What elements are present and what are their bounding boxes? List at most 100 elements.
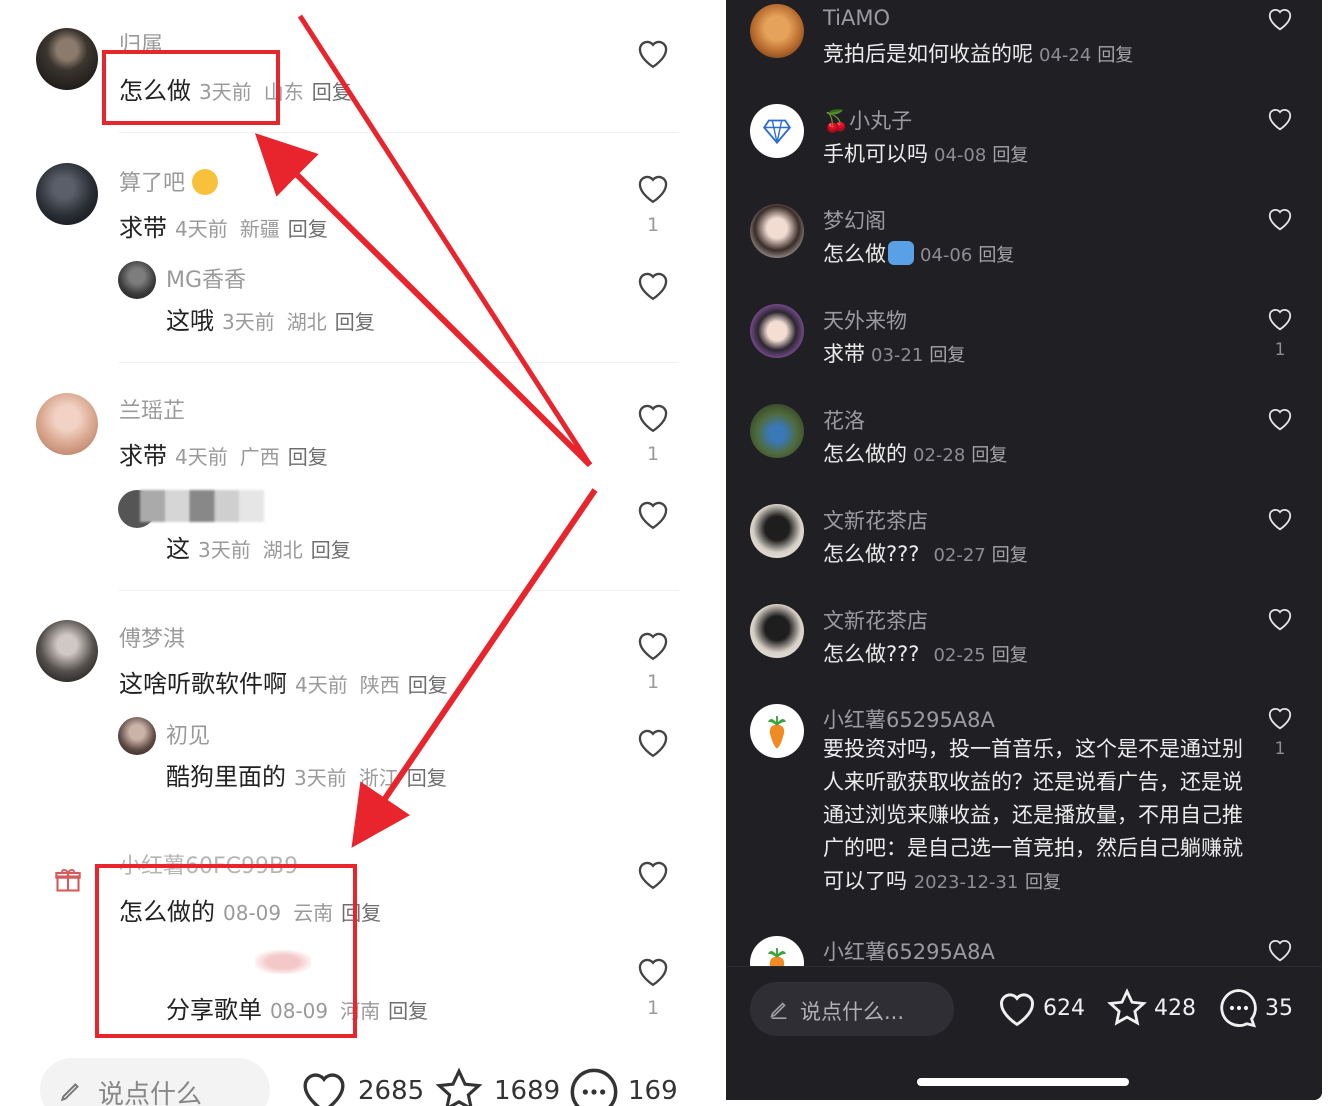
- chat-icon[interactable]: [1218, 987, 1260, 1029]
- comment-text-line: 分享歌单 08-09 河南 回复: [166, 990, 428, 1025]
- comment-author[interactable]: 文新花茶店: [823, 505, 928, 535]
- comment-location: 陕西: [359, 673, 400, 697]
- comment-author[interactable]: 傅梦淇: [119, 621, 185, 653]
- comment-author[interactable]: 小红薯60FC99B9: [119, 848, 298, 880]
- reply-button[interactable]: 回复: [335, 310, 375, 334]
- reply-button[interactable]: 回复: [288, 445, 328, 469]
- comment-text: 怎么做???: [823, 542, 920, 566]
- reply-button[interactable]: 回复: [992, 545, 1028, 566]
- comment-time: 3天前: [294, 766, 347, 790]
- avatar[interactable]: [750, 404, 804, 458]
- pencil-icon: [770, 1002, 787, 1019]
- comment-time: 3天前: [198, 538, 251, 562]
- comment-time: 04-08: [934, 145, 987, 166]
- comment-total: 169: [628, 1076, 678, 1106]
- reply-button[interactable]: 回复: [408, 673, 448, 697]
- heart-icon[interactable]: [1266, 406, 1294, 431]
- comment-text-line: 怎么做的 08-09 云南 回复: [119, 892, 381, 927]
- heart-icon[interactable]: [1266, 506, 1294, 531]
- heart-icon[interactable]: [298, 1068, 350, 1106]
- comment-author[interactable]: 文新花茶店: [823, 605, 928, 635]
- heart-icon[interactable]: [635, 269, 671, 301]
- comment-time: 3天前: [222, 310, 275, 334]
- avatar[interactable]: [750, 604, 804, 658]
- reply-button[interactable]: 回复: [288, 217, 328, 241]
- reply-button[interactable]: 回复: [992, 645, 1028, 666]
- avatar[interactable]: [36, 28, 98, 90]
- chat-icon[interactable]: [568, 1066, 620, 1106]
- heart-icon[interactable]: [635, 37, 671, 69]
- comment-author[interactable]: MG香香: [166, 262, 246, 294]
- reply-button[interactable]: 回复: [341, 901, 381, 925]
- comment-author[interactable]: 🍒小丸子: [823, 105, 912, 135]
- heart-icon[interactable]: [635, 726, 671, 758]
- comment-text: 竞拍后是如何收益的呢: [823, 42, 1033, 66]
- comment-author[interactable]: 初见: [166, 718, 210, 750]
- avatar[interactable]: [750, 104, 804, 158]
- comment-author[interactable]: 归属: [119, 27, 163, 59]
- like-count: 1: [646, 997, 660, 1019]
- reply-button[interactable]: 回复: [388, 999, 428, 1023]
- comment-text-line: 求带 4天前 广西 回复: [119, 436, 328, 471]
- comment-text-line: 求带 4天前 新疆 回复: [119, 208, 328, 243]
- input-placeholder: 说点什么...: [800, 1000, 905, 1024]
- avatar[interactable]: [750, 4, 804, 58]
- comment-text-line: 怎么做??? 02-27 回复: [823, 538, 1028, 568]
- avatar[interactable]: [750, 204, 804, 258]
- avatar[interactable]: [118, 717, 156, 755]
- reply-button[interactable]: 回复: [992, 145, 1028, 166]
- star-icon[interactable]: [1106, 987, 1148, 1029]
- heart-icon[interactable]: [996, 989, 1038, 1027]
- avatar[interactable]: [36, 620, 98, 682]
- reply-button[interactable]: 回复: [1097, 45, 1133, 66]
- heart-icon[interactable]: [1266, 6, 1294, 31]
- left-comment-panel: 归属 怎么做 3天前 山东 回复 算了吧 求带 4天前 新疆 回复 1 MG香香 这哦 3天前…: [0, 0, 700, 1106]
- heart-icon[interactable]: [1266, 206, 1294, 231]
- comment-text-line: 求带 03-21 回复: [823, 338, 965, 368]
- star-icon[interactable]: [432, 1066, 486, 1106]
- reply-button[interactable]: 回复: [929, 345, 965, 366]
- avatar[interactable]: [750, 704, 804, 758]
- comment-text: 求带: [823, 342, 865, 366]
- emoji-icon: [888, 241, 914, 265]
- comment-author[interactable]: 小红薯65295A8A: [823, 936, 995, 966]
- comment-author[interactable]: 花洛: [823, 405, 865, 435]
- heart-icon[interactable]: [635, 172, 671, 204]
- heart-icon[interactable]: [635, 955, 671, 987]
- comment-author[interactable]: TiAMO: [823, 6, 890, 30]
- comment-text-line: 手机可以吗 04-08 回复: [823, 138, 1028, 168]
- input-placeholder: 说点什么: [98, 1080, 203, 1106]
- reply-button[interactable]: 回复: [971, 445, 1007, 466]
- comment-location: 新疆: [239, 217, 280, 241]
- avatar[interactable]: [36, 163, 98, 225]
- comment-author[interactable]: 兰瑶芷: [119, 393, 185, 425]
- reply-button[interactable]: 回复: [312, 80, 352, 104]
- comment-author[interactable]: 小红薯65295A8A: [823, 704, 995, 734]
- avatar[interactable]: [118, 261, 156, 299]
- comment-input[interactable]: 说点什么: [40, 1058, 270, 1106]
- comment-text: 手机可以吗: [823, 142, 928, 166]
- heart-icon[interactable]: [635, 498, 671, 530]
- comment-text: 这哦: [166, 307, 214, 335]
- heart-icon[interactable]: [1266, 937, 1294, 962]
- heart-icon[interactable]: [635, 858, 671, 890]
- heart-icon[interactable]: [1266, 705, 1294, 730]
- avatar[interactable]: [750, 304, 804, 358]
- heart-icon[interactable]: [1266, 306, 1294, 331]
- avatar[interactable]: [750, 504, 804, 558]
- reply-button[interactable]: 回复: [978, 245, 1014, 266]
- heart-icon[interactable]: [635, 629, 671, 661]
- reply-button[interactable]: 回复: [311, 538, 351, 562]
- like-count: 1: [646, 671, 660, 693]
- comment-author[interactable]: 天外来物: [823, 305, 907, 335]
- comment-author[interactable]: 梦幻阁: [823, 205, 886, 235]
- heart-icon[interactable]: [635, 401, 671, 433]
- reply-button[interactable]: 回复: [407, 766, 447, 790]
- comment-input[interactable]: 说点什么...: [750, 982, 954, 1036]
- comment-author[interactable]: 算了吧: [119, 165, 219, 197]
- comment-total: 35: [1265, 996, 1293, 1021]
- heart-icon[interactable]: [1266, 606, 1294, 631]
- reply-button[interactable]: 回复: [1025, 872, 1061, 893]
- heart-icon[interactable]: [1266, 106, 1294, 131]
- avatar[interactable]: [36, 393, 98, 455]
